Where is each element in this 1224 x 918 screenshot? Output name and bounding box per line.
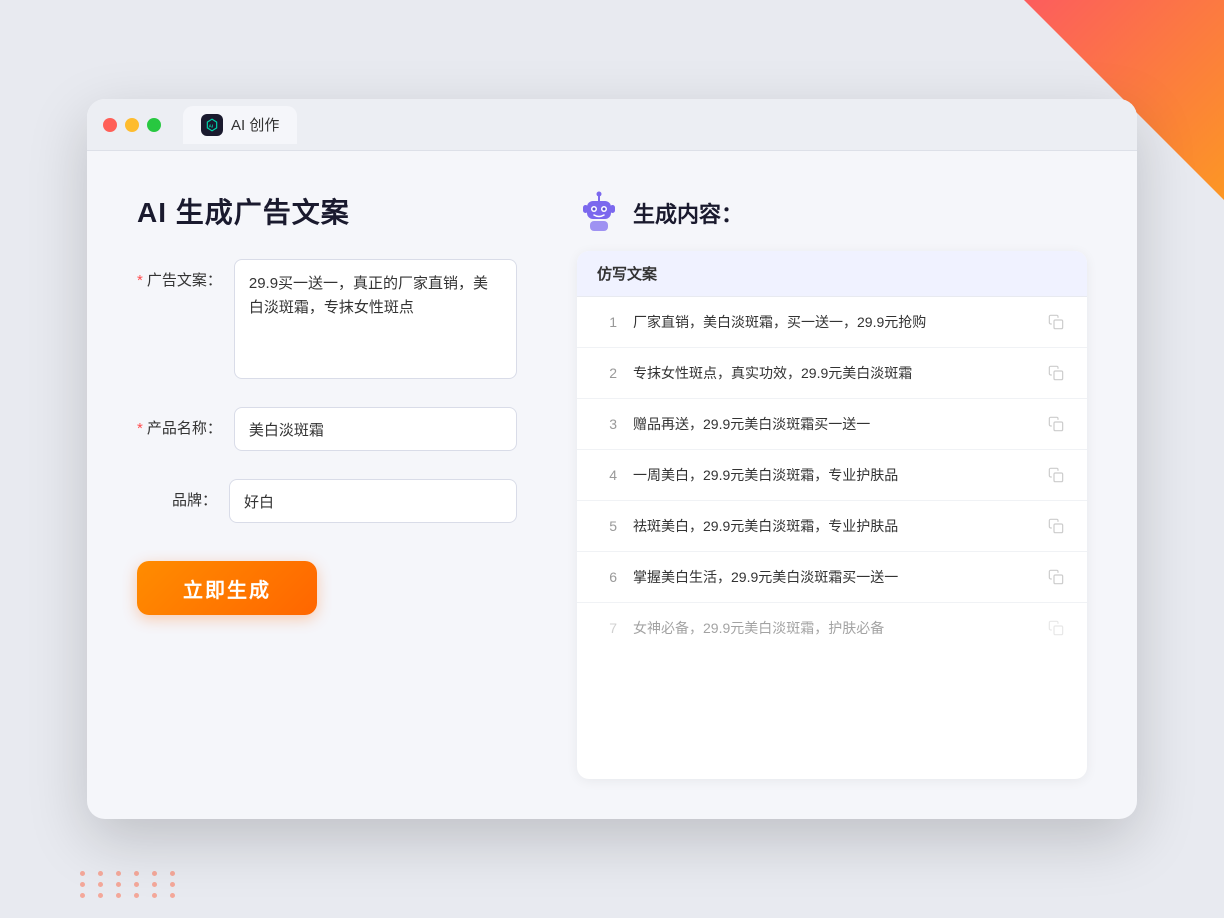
result-header: 生成内容： (577, 191, 1087, 235)
minimize-button[interactable] (125, 118, 139, 132)
table-row: 3 赠品再送，29.9元美白淡斑霜买一送一 (577, 399, 1087, 450)
row-text: 专抹女性斑点，真实功效，29.9元美白淡斑霜 (633, 363, 1029, 384)
row-text: 赠品再送，29.9元美白淡斑霜买一送一 (633, 414, 1029, 435)
svg-text:AI: AI (209, 123, 214, 128)
robot-icon (577, 191, 621, 235)
product-name-group: 产品名称： (137, 407, 517, 451)
copy-icon[interactable] (1045, 617, 1067, 639)
table-row: 6 掌握美白生活，29.9元美白淡斑霜买一送一 (577, 552, 1087, 603)
product-name-input[interactable] (234, 407, 517, 451)
tab-ai-creation[interactable]: AI AI 创作 (183, 106, 297, 144)
table-row: 7 女神必备，29.9元美白淡斑霜，护肤必备 (577, 603, 1087, 653)
browser-window: AI AI 创作 AI 生成广告文案 广告文案： 29.9买一送一，真正的厂家直… (87, 99, 1137, 819)
brand-label: 品牌： (137, 479, 217, 510)
close-button[interactable] (103, 118, 117, 132)
copy-icon[interactable] (1045, 311, 1067, 333)
ai-badge-icon: AI (201, 114, 223, 136)
table-row: 1 厂家直销，美白淡斑霜，买一送一，29.9元抢购 (577, 297, 1087, 348)
row-number: 5 (597, 518, 617, 534)
tab-label: AI 创作 (231, 114, 279, 135)
row-number: 4 (597, 467, 617, 483)
brand-group: 品牌： (137, 479, 517, 523)
row-text: 祛斑美白，29.9元美白淡斑霜，专业护肤品 (633, 516, 1029, 537)
row-text: 女神必备，29.9元美白淡斑霜，护肤必备 (633, 618, 1029, 639)
left-panel: AI 生成广告文案 广告文案： 29.9买一送一，真正的厂家直销，美白淡斑霜，专… (137, 191, 517, 779)
row-number: 3 (597, 416, 617, 432)
ad-copy-label: 广告文案： (137, 259, 222, 290)
ad-copy-group: 广告文案： 29.9买一送一，真正的厂家直销，美白淡斑霜，专抹女性斑点 (137, 259, 517, 379)
copy-icon[interactable] (1045, 464, 1067, 486)
table-row: 5 祛斑美白，29.9元美白淡斑霜，专业护肤品 (577, 501, 1087, 552)
copy-icon[interactable] (1045, 413, 1067, 435)
row-text: 一周美白，29.9元美白淡斑霜，专业护肤品 (633, 465, 1029, 486)
copy-icon[interactable] (1045, 362, 1067, 384)
copy-icon[interactable] (1045, 515, 1067, 537)
title-bar: AI AI 创作 (87, 99, 1137, 151)
row-number: 2 (597, 365, 617, 381)
maximize-button[interactable] (147, 118, 161, 132)
brand-input[interactable] (229, 479, 517, 523)
page-title: AI 生成广告文案 (137, 191, 517, 231)
table-header: 仿写文案 (577, 251, 1087, 297)
ad-copy-input[interactable]: 29.9买一送一，真正的厂家直销，美白淡斑霜，专抹女性斑点 (234, 259, 517, 379)
content-area: AI 生成广告文案 广告文案： 29.9买一送一，真正的厂家直销，美白淡斑霜，专… (87, 151, 1137, 819)
table-body: 1 厂家直销，美白淡斑霜，买一送一，29.9元抢购 2 专抹女性斑点，真实功效，29… (577, 297, 1087, 653)
row-text: 掌握美白生活，29.9元美白淡斑霜买一送一 (633, 567, 1029, 588)
row-number: 6 (597, 569, 617, 585)
row-text: 厂家直销，美白淡斑霜，买一送一，29.9元抢购 (633, 312, 1029, 333)
result-title: 生成内容： (633, 197, 743, 229)
traffic-lights (103, 118, 161, 132)
right-panel: 生成内容： 仿写文案 1 厂家直销，美白淡斑霜，买一送一，29.9元抢购 2 专抹女… (577, 191, 1087, 779)
result-table: 仿写文案 1 厂家直销，美白淡斑霜，买一送一，29.9元抢购 2 专抹女性斑点，真实… (577, 251, 1087, 779)
product-name-label: 产品名称： (137, 407, 222, 438)
row-number: 1 (597, 314, 617, 330)
table-row: 2 专抹女性斑点，真实功效，29.9元美白淡斑霜 (577, 348, 1087, 399)
table-row: 4 一周美白，29.9元美白淡斑霜，专业护肤品 (577, 450, 1087, 501)
row-number: 7 (597, 620, 617, 636)
generate-button[interactable]: 立即生成 (137, 561, 317, 615)
copy-icon[interactable] (1045, 566, 1067, 588)
